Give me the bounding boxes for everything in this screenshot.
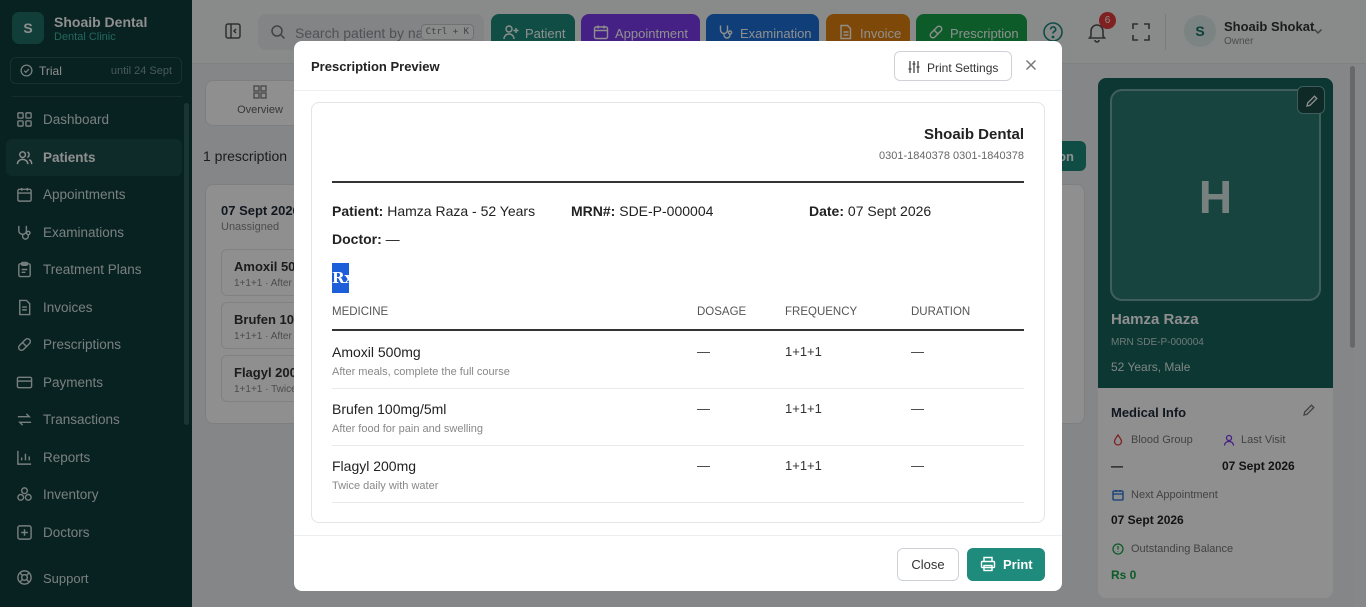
- mrn-value: SDE-P-000004: [619, 203, 714, 219]
- printer-icon: [980, 556, 996, 572]
- modal-title: Prescription Preview: [311, 59, 440, 74]
- patient-label: Patient:: [332, 203, 384, 219]
- dosage-value: —: [697, 401, 710, 416]
- dosage-value: —: [697, 344, 710, 359]
- print-button[interactable]: Print: [967, 548, 1045, 581]
- close-button[interactable]: Close: [897, 548, 959, 581]
- medicine-name: Flagyl 200mg: [332, 458, 417, 474]
- doctor-field: Doctor: —: [332, 231, 400, 247]
- divider: [294, 535, 1062, 536]
- print-settings-label: Print Settings: [927, 61, 999, 75]
- duration-value: —: [911, 458, 924, 473]
- table-row: Flagyl 200mg Twice daily with water — 1+…: [332, 445, 1024, 503]
- header-rule: [332, 181, 1024, 183]
- date-field: Date: 07 Sept 2026: [809, 203, 931, 219]
- medicine-note: After meals, complete the full course: [332, 366, 510, 378]
- doctor-label: Doctor:: [332, 231, 382, 247]
- column-header-dosage: DOSAGE: [697, 306, 747, 318]
- doctor-value: —: [385, 231, 400, 247]
- medicine-name: Amoxil 500mg: [332, 344, 421, 360]
- mrn-label: MRN#:: [571, 203, 616, 219]
- column-header-frequency: FREQUENCY: [785, 306, 858, 318]
- frequency-value: 1+1+1: [785, 344, 822, 359]
- table-row: Brufen 100mg/5ml After food for pain and…: [332, 388, 1024, 446]
- column-header-duration: DURATION: [911, 306, 971, 318]
- column-header-medicine: MEDICINE: [332, 306, 389, 318]
- prescription-preview-modal: Prescription Preview Print Settings Shoa…: [294, 41, 1062, 591]
- divider: [294, 90, 1062, 91]
- medicine-name: Brufen 100mg/5ml: [332, 401, 447, 417]
- medicine-note: After food for pain and swelling: [332, 423, 484, 435]
- date-value: 07 Sept 2026: [847, 203, 932, 219]
- prescription-sheet: Shoaib Dental 0301-1840378 0301-1840378 …: [311, 102, 1045, 523]
- clinic-name: Shoaib Dental: [923, 126, 1024, 143]
- rx-symbol: Rx: [332, 263, 353, 293]
- patient-field: Patient: Hamza Raza - 52 Years: [332, 203, 535, 219]
- clinic-phones: 0301-1840378 0301-1840378: [879, 150, 1024, 162]
- sliders-icon: [907, 60, 921, 74]
- date-label: Date:: [809, 203, 845, 219]
- frequency-value: 1+1+1: [785, 401, 822, 416]
- mrn-field: MRN#: SDE-P-000004: [571, 203, 713, 219]
- patient-value: Hamza Raza - 52 Years: [387, 203, 536, 219]
- duration-value: —: [911, 401, 924, 416]
- print-settings-button[interactable]: Print Settings: [894, 51, 1012, 81]
- table-row: Amoxil 500mg After meals, complete the f…: [332, 331, 1024, 389]
- dosage-value: —: [697, 458, 710, 473]
- medicine-note: Twice daily with water: [332, 480, 439, 492]
- print-label: Print: [1003, 557, 1033, 572]
- close-icon[interactable]: [1024, 58, 1038, 72]
- duration-value: —: [911, 344, 924, 359]
- frequency-value: 1+1+1: [785, 458, 822, 473]
